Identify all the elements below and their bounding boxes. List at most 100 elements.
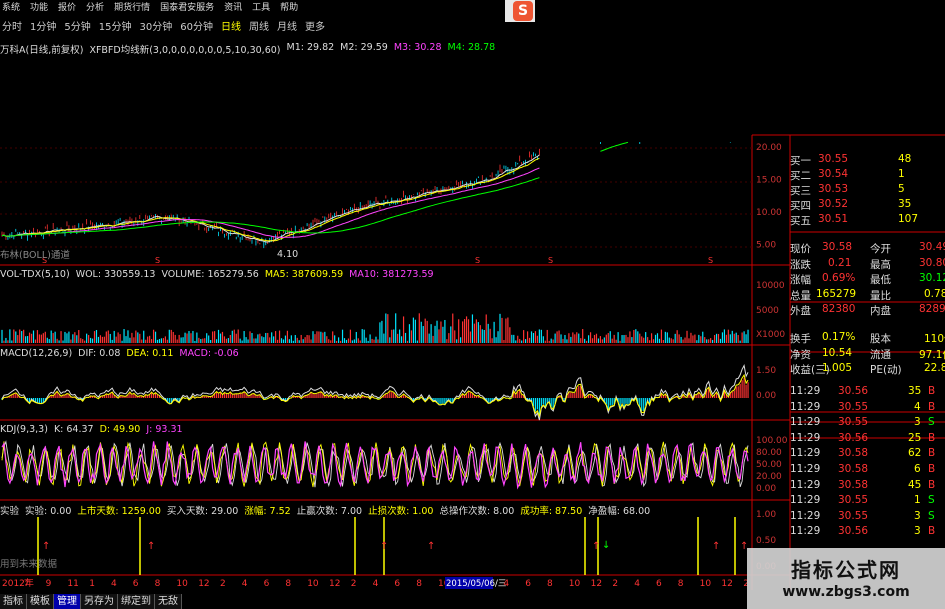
test-name[interactable]: 实验	[0, 503, 19, 517]
tick-row-cell-2: 25	[908, 431, 922, 444]
volume-bar	[259, 333, 261, 343]
volume-bar	[540, 329, 542, 343]
m3-value: M3: 30.28	[393, 42, 442, 53]
date-label: 10	[569, 579, 581, 589]
tick-row-cell-3: B	[928, 447, 936, 460]
period-tab-4[interactable]: 30分钟	[139, 18, 172, 33]
orderbook-row-cell-2: 5	[898, 183, 905, 195]
volume-bar	[399, 329, 401, 343]
volume-bar	[554, 333, 556, 343]
menu-item-4[interactable]: 期货行情	[114, 0, 150, 13]
volume-bar	[91, 338, 94, 343]
stats-row-cell-1: 1.005	[822, 362, 853, 374]
volume-bar	[650, 333, 653, 343]
formula-name[interactable]: XFBFD均线新(3,0,0,0,0,0,0,0,5,10,30,60)	[89, 42, 280, 56]
volume-bar	[111, 339, 113, 343]
menu-item-5[interactable]: 国泰君安服务	[160, 0, 214, 13]
menu-item-6[interactable]: 资讯	[224, 0, 242, 13]
bottom-tab-0[interactable]: 指标	[0, 594, 27, 609]
menu-item-7[interactable]: 工具	[252, 0, 270, 13]
period-tab-3[interactable]: 15分钟	[99, 18, 132, 33]
macd-indicator-line: MACD(12,26,9) DIF: 0.08 DEA: 0.11 MACD: …	[0, 348, 239, 359]
wol-value: WOL: 330559.13	[75, 269, 156, 280]
tick-row-cell-2: 35	[908, 385, 922, 397]
menu-item-0[interactable]: 系统	[2, 0, 20, 13]
volume-bar	[381, 320, 383, 343]
volume-bar	[125, 336, 127, 343]
volume-bar	[678, 334, 680, 343]
volume-bar	[680, 336, 682, 343]
bottom-tab-4[interactable]: 绑定到	[118, 594, 155, 609]
volume-bar	[462, 321, 464, 343]
date-label: 12	[329, 579, 340, 589]
vol-name[interactable]: VOL-TDX(5,10)	[0, 269, 70, 280]
kdj-name[interactable]: KDJ(9,3,3)	[0, 424, 48, 435]
date-label: 2	[351, 579, 357, 589]
tick-row-cell-2: 6	[914, 463, 921, 475]
period-tab-5[interactable]: 60分钟	[180, 18, 213, 33]
orderbook-row-cell-0: 买四	[790, 200, 811, 212]
bottom-tab-5[interactable]: 无敌	[155, 594, 182, 609]
test-item-6: 总操作次数: 8.00	[439, 506, 515, 517]
tick-row-cell-1: 30.56	[838, 385, 869, 397]
menu-bar: 系统 功能 报价 分析 期货行情 国泰君安服务 资讯 工具 帮助	[0, 0, 945, 13]
volume-bar	[495, 337, 497, 343]
volume-bar	[371, 338, 373, 343]
volume-bar	[560, 334, 562, 343]
period-tab-8[interactable]: 月线	[277, 18, 297, 33]
volume-bar	[487, 323, 489, 343]
tick-row: 11:29 30.58 45 B	[790, 479, 945, 495]
tick-row-cell-1: 30.56	[838, 431, 869, 444]
date-label: 6	[394, 579, 400, 589]
volume-bar	[666, 332, 668, 343]
period-tab-6[interactable]: 日线	[221, 18, 241, 33]
period-tab-7[interactable]: 周线	[249, 18, 269, 33]
period-tab-0[interactable]: 分时	[2, 18, 22, 33]
volume-bar	[507, 317, 509, 343]
volume-bar	[127, 330, 129, 343]
volume-bar	[178, 334, 180, 343]
orderbook-row-cell-1: 30.54	[818, 168, 849, 180]
volume-bar	[3, 340, 5, 343]
menu-item-3[interactable]: 分析	[86, 0, 104, 13]
volume-bar	[149, 335, 151, 343]
menu-item-1[interactable]: 功能	[30, 0, 48, 13]
quote-row-cell-3: 30.80	[919, 256, 945, 269]
bottom-tab-3[interactable]: 另存为	[81, 594, 118, 609]
period-tab-9[interactable]: 更多	[305, 18, 325, 33]
volume-bar	[351, 340, 353, 343]
volume-bar	[253, 338, 255, 343]
volume-bar	[300, 334, 302, 343]
volume-bar	[263, 337, 265, 343]
test-item-3: 涨幅: 7.52	[244, 506, 291, 517]
bottom-tab-1[interactable]: 模板	[27, 594, 54, 609]
bottom-tab-2[interactable]: 管理	[54, 594, 81, 609]
y-axis-label: 10000	[756, 281, 785, 291]
overlay-label: 布林(BOLL)通道	[0, 250, 70, 261]
volume-bar	[578, 333, 580, 343]
volume-bar	[631, 337, 633, 343]
macd-name[interactable]: MACD(12,26,9)	[0, 348, 72, 359]
date-label: 4	[634, 579, 640, 589]
period-tab-2[interactable]: 5分钟	[64, 18, 90, 33]
tick-row-cell-1: 30.55	[838, 509, 869, 522]
volume-bar	[42, 333, 44, 343]
menu-item-8[interactable]: 帮助	[280, 0, 298, 13]
test-item-7: 成功率: 87.50	[520, 506, 583, 517]
volume-bar	[76, 335, 78, 343]
volume-bar	[26, 336, 29, 343]
volume-bar	[133, 337, 135, 343]
volume-bar	[52, 333, 54, 343]
volume-bar	[633, 329, 635, 343]
volume-bar	[469, 331, 472, 343]
volume-bar	[373, 339, 375, 343]
period-tab-1[interactable]: 1分钟	[30, 18, 56, 33]
volume-bar	[318, 331, 320, 343]
volume-bar	[219, 333, 222, 343]
volume-bar	[623, 335, 625, 343]
volume-bar	[473, 323, 476, 343]
volume-bar	[446, 339, 448, 343]
volume-bar	[152, 329, 155, 343]
date-label: 12	[721, 579, 732, 589]
menu-item-2[interactable]: 报价	[58, 0, 76, 13]
